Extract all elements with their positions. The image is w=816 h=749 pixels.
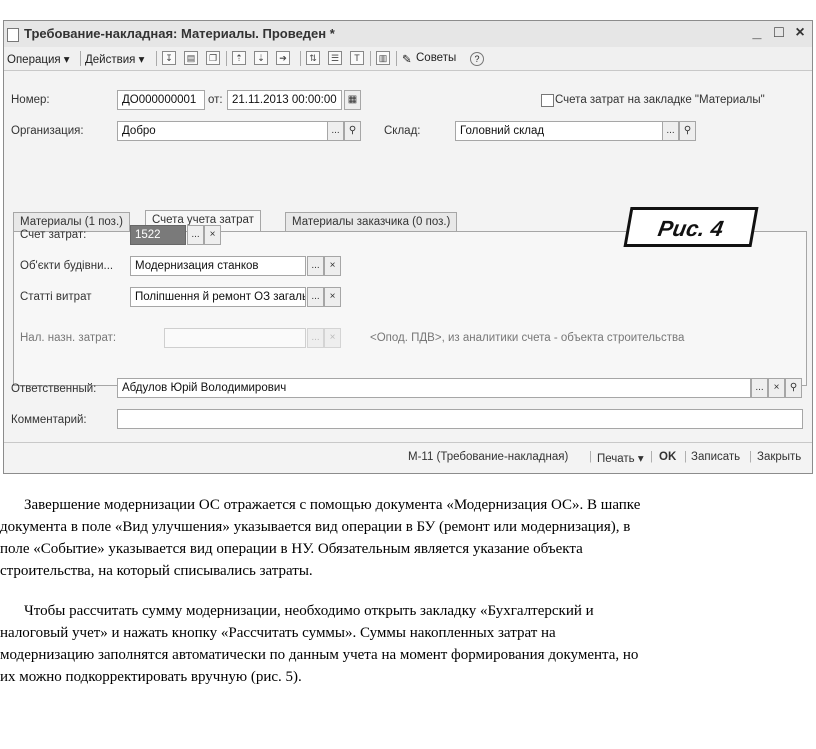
toolbar-separator: [300, 51, 301, 66]
maximize-button[interactable]: □: [770, 24, 788, 42]
toolbar-separator: [396, 51, 397, 66]
tax-purpose-hint: <Опод. ПДВ>, из аналитики счета - объект…: [370, 332, 685, 344]
ok-button[interactable]: OK: [659, 451, 676, 463]
paragraph-line: строительства, на который списывались за…: [0, 563, 313, 579]
close-form-button[interactable]: Закрыть: [757, 451, 801, 463]
paragraph-line: Завершение модернизации ОС отражается с …: [24, 497, 641, 513]
toolbar-separator: [370, 51, 371, 66]
clear-icon: ×: [324, 328, 341, 348]
cost-accounts-panel: [13, 231, 807, 386]
tax-purpose-label: Нал. назн. затрат:: [20, 332, 117, 344]
window-title: Требование-накладная: Материалы. Проведе…: [24, 26, 335, 41]
clear-icon[interactable]: ×: [324, 256, 341, 276]
figure-label: Рис. 4: [656, 216, 726, 241]
warehouse-field[interactable]: Головний склад: [455, 121, 663, 141]
select-button[interactable]: ...: [751, 378, 768, 398]
date-label: от:: [208, 94, 223, 106]
paragraph-line: их можно подкорректировать вручную (рис.…: [0, 669, 302, 685]
table-icon[interactable]: Т: [350, 51, 364, 65]
clear-icon[interactable]: ×: [768, 378, 785, 398]
account-label: Счет затрат:: [20, 229, 87, 241]
move-down-icon[interactable]: ⇣: [254, 51, 268, 65]
minimize-button[interactable]: _: [748, 24, 766, 42]
help-icon[interactable]: ?: [470, 52, 484, 66]
statusbar-separator: |: [684, 451, 687, 463]
select-button[interactable]: ...: [662, 121, 679, 141]
cost-articles-label: Статті витрат: [20, 291, 92, 303]
edit-icon[interactable]: ▤: [184, 51, 198, 65]
construction-object-label: Об'єкти будівни...: [20, 260, 114, 272]
search-icon[interactable]: ⚲: [679, 121, 696, 141]
paragraph-line: налоговый учет» и нажать кнопку «Рассчит…: [0, 625, 556, 641]
statusbar-separator: |: [650, 451, 653, 463]
select-button[interactable]: ...: [187, 225, 204, 245]
responsible-field[interactable]: Абдулов Юрій Володимирович: [117, 378, 751, 398]
save-button[interactable]: Записать: [691, 451, 740, 463]
calendar-icon[interactable]: ▦: [344, 90, 361, 110]
select-button[interactable]: ...: [327, 121, 344, 141]
copy-icon[interactable]: ❐: [206, 51, 220, 65]
toolbar-separator: [80, 51, 81, 66]
go-icon[interactable]: ➔: [276, 51, 290, 65]
tax-purpose-field: [164, 328, 306, 348]
clear-icon[interactable]: ×: [324, 287, 341, 307]
search-icon[interactable]: ⚲: [344, 121, 361, 141]
status-bar: М-11 (Требование-накладная) | Печать ▾ |…: [4, 442, 812, 473]
costs-checkbox[interactable]: [541, 94, 554, 107]
account-field[interactable]: 1522: [130, 225, 186, 245]
toolbar-separator: [156, 51, 157, 66]
comment-field[interactable]: [117, 409, 803, 429]
sort-icon[interactable]: ⇅: [306, 51, 320, 65]
cost-articles-field[interactable]: Поліпшення й ремонт ОЗ загаль: [130, 287, 306, 307]
move-up-icon[interactable]: ⇡: [232, 51, 246, 65]
print-button[interactable]: Печать ▾: [597, 451, 644, 465]
tab-customer-materials[interactable]: Материалы заказчика (0 поз.): [285, 212, 458, 231]
print-form-link[interactable]: М-11 (Требование-накладная): [408, 451, 568, 463]
operation-menu[interactable]: Операция ▾: [7, 52, 70, 66]
document-window: Требование-накладная: Материалы. Проведе…: [3, 20, 813, 474]
paragraph-line: документа в поле «Вид улучшения» указыва…: [0, 519, 631, 535]
number-label: Номер:: [11, 94, 50, 106]
select-button: ...: [307, 328, 324, 348]
actions-menu[interactable]: Действия ▾: [85, 52, 144, 66]
paragraph-2: Чтобы рассчитать сумму модернизации, нео…: [0, 600, 810, 688]
clear-icon[interactable]: ×: [204, 225, 221, 245]
number-field[interactable]: ДО000000001: [117, 90, 205, 110]
warehouse-label: Склад:: [384, 125, 421, 137]
organization-field[interactable]: Добро: [117, 121, 328, 141]
search-icon[interactable]: ⚲: [785, 378, 802, 398]
date-field[interactable]: 21.11.2013 00:00:00: [227, 90, 342, 110]
title-bar: Требование-накладная: Материалы. Проведе…: [4, 21, 812, 48]
toolbar: Операция ▾ Действия ▾ ↧ ▤ ❐ ⇡ ⇣ ➔ ⇅ ☰ Т …: [4, 47, 812, 71]
comment-label: Комментарий:: [11, 414, 87, 426]
statusbar-separator: |: [749, 451, 752, 463]
toolbar-separator: [226, 51, 227, 66]
tips-button[interactable]: Советы: [416, 52, 456, 64]
document-icon: [7, 28, 19, 42]
figure-label-box: Рис. 4: [623, 207, 759, 247]
add-row-icon[interactable]: ↧: [162, 51, 176, 65]
structure-icon[interactable]: ☰: [328, 51, 342, 65]
paragraph-line: поле «Событие» указывается вид операции …: [0, 541, 583, 557]
statusbar-separator: |: [589, 451, 592, 463]
construction-object-field[interactable]: Модернизация станков: [130, 256, 306, 276]
paragraph-line: Чтобы рассчитать сумму модернизации, нео…: [24, 603, 594, 619]
report-icon[interactable]: ▥: [376, 51, 390, 65]
tips-icon: ✎: [402, 54, 412, 66]
paragraph-1: Завершение модернизации ОС отражается с …: [0, 494, 810, 582]
close-button[interactable]: ×: [791, 24, 809, 42]
responsible-label: Ответственный:: [11, 383, 97, 395]
select-button[interactable]: ...: [307, 287, 324, 307]
costs-checkbox-label: Счета затрат на закладке "Материалы": [555, 94, 765, 106]
organization-label: Организация:: [11, 125, 84, 137]
select-button[interactable]: ...: [307, 256, 324, 276]
paragraph-line: модернизацию заполнятся автоматически по…: [0, 647, 639, 663]
